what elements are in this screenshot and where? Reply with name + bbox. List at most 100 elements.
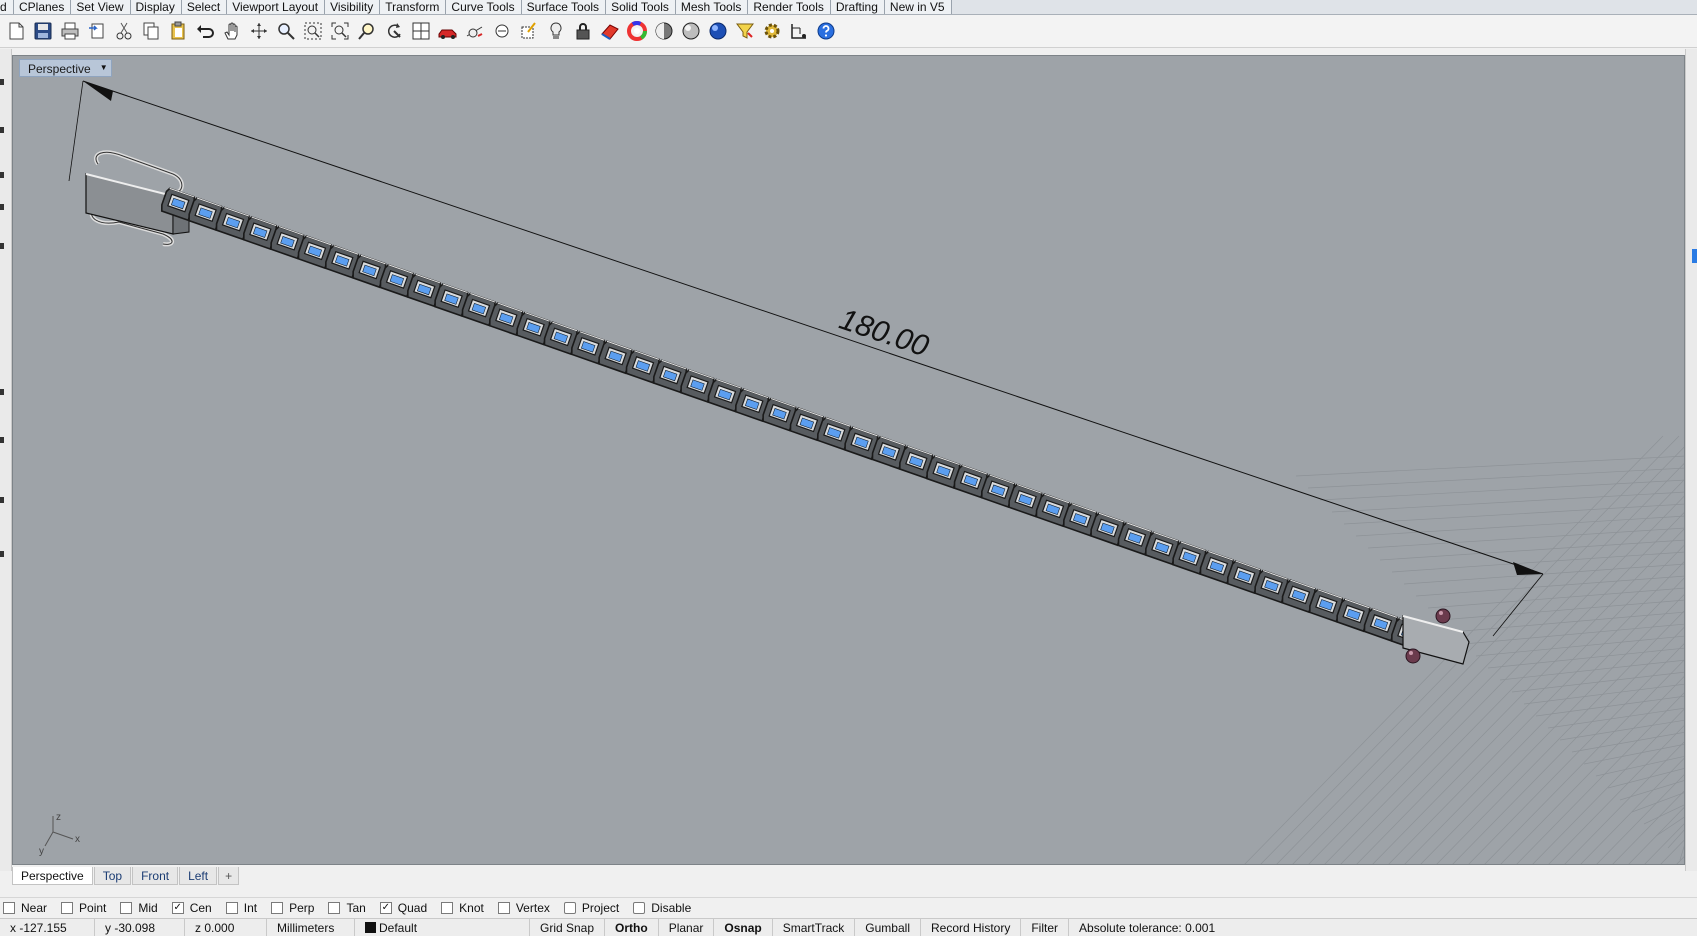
tab-new-in-v5[interactable]: New in V5 xyxy=(884,0,952,14)
tab-drafting[interactable]: Drafting xyxy=(830,0,885,14)
smarttrack-toggle[interactable]: SmartTrack xyxy=(773,918,856,936)
bracelet-link-chain[interactable] xyxy=(160,187,1426,652)
zoom-extents-icon[interactable] xyxy=(326,18,353,45)
pan-icon[interactable] xyxy=(218,18,245,45)
color-wheel-icon[interactable] xyxy=(623,18,650,45)
bracelet-clasp-right[interactable] xyxy=(1402,608,1470,665)
lock-icon[interactable] xyxy=(569,18,596,45)
checkbox-quad[interactable]: ✓ xyxy=(379,901,392,914)
filter-icon[interactable] xyxy=(731,18,758,45)
osnap-near[interactable]: Near xyxy=(3,901,47,915)
osnap-vertex[interactable]: Vertex xyxy=(497,901,550,915)
tab-solid-tools[interactable]: Solid Tools xyxy=(606,0,676,14)
tab-visibility[interactable]: Visibility xyxy=(325,0,381,14)
osnap-mid[interactable]: Mid xyxy=(120,901,158,915)
tab-surface-tools[interactable]: Surface Tools xyxy=(521,0,607,14)
planar-toggle[interactable]: Planar xyxy=(659,918,715,936)
tab-viewport-layout[interactable]: Viewport Layout xyxy=(227,0,326,14)
osnap-disable[interactable]: Disable xyxy=(633,901,691,915)
osnap-int[interactable]: Int xyxy=(225,901,257,915)
rotate-view-icon[interactable] xyxy=(245,18,272,45)
record-history-toggle[interactable]: Record History xyxy=(921,918,1022,936)
grid-snap-toggle[interactable]: Grid Snap xyxy=(530,918,606,936)
measure-icon[interactable] xyxy=(461,18,488,45)
paste-icon[interactable] xyxy=(164,18,191,45)
osnap-project[interactable]: Project xyxy=(563,901,619,915)
viewport-area: 180.00 Perspective ▼ z x y xyxy=(0,49,1697,871)
dimension-label[interactable]: 180.00 xyxy=(835,303,933,364)
tab-left[interactable]: Left xyxy=(179,867,218,885)
copy-icon[interactable] xyxy=(137,18,164,45)
tab-cplanes[interactable]: CPlanes xyxy=(14,0,72,14)
tab-perspective[interactable]: Perspective xyxy=(12,867,93,885)
osnap-perp[interactable]: Perp xyxy=(271,901,314,915)
tab-top[interactable]: Top xyxy=(93,867,132,885)
checkbox-cen[interactable]: ✓ xyxy=(171,901,184,914)
viewport-title[interactable]: Perspective ▼ xyxy=(19,59,112,77)
gumball-toggle[interactable]: Gumball xyxy=(855,918,921,936)
filter-toggle[interactable]: Filter xyxy=(1021,918,1070,936)
dimension-line[interactable] xyxy=(68,80,1544,637)
tab-set-view[interactable]: Set View xyxy=(71,0,131,14)
add-viewport-tab-icon[interactable]: + xyxy=(218,867,240,885)
osnap-cen[interactable]: ✓ Cen xyxy=(171,900,212,915)
shade-icon[interactable] xyxy=(650,18,677,45)
checkbox-project[interactable] xyxy=(563,901,576,914)
osnap-point[interactable]: Point xyxy=(61,901,106,915)
rotate-icon[interactable] xyxy=(380,18,407,45)
light-icon[interactable] xyxy=(542,18,569,45)
osnap-tan[interactable]: Tan xyxy=(328,901,366,915)
osnap-cen-label: Cen xyxy=(189,900,212,915)
tab-front[interactable]: Front xyxy=(132,867,179,885)
checkbox-knot[interactable] xyxy=(441,901,454,914)
sphere-icon[interactable] xyxy=(677,18,704,45)
left-toolbar-strip[interactable] xyxy=(0,49,12,871)
osnap-disable-label: Disable xyxy=(651,900,692,915)
zoom-window-icon[interactable] xyxy=(299,18,326,45)
checkbox-tan[interactable] xyxy=(328,901,341,914)
render-sphere-icon[interactable] xyxy=(704,18,731,45)
osnap-toggle[interactable]: Osnap xyxy=(714,918,773,936)
snap-icon[interactable] xyxy=(515,18,542,45)
osnap-knot[interactable]: Knot xyxy=(441,901,484,915)
settings-icon[interactable] xyxy=(758,18,785,45)
checkbox-perp[interactable] xyxy=(271,901,284,914)
surface-icon[interactable] xyxy=(596,18,623,45)
tab-transform[interactable]: Transform xyxy=(380,0,447,14)
checkbox-disable[interactable] xyxy=(633,901,646,914)
car-icon[interactable] xyxy=(434,18,461,45)
zoom-selected-icon[interactable] xyxy=(353,18,380,45)
ortho-toggle[interactable]: Ortho xyxy=(605,918,659,936)
checkbox-mid[interactable] xyxy=(120,901,133,914)
perspective-viewport[interactable]: 180.00 Perspective ▼ z x y xyxy=(12,55,1685,865)
tab-curve-tools[interactable]: Curve Tools xyxy=(446,0,522,14)
tab-select[interactable]: Select xyxy=(181,0,228,14)
current-layer[interactable]: Default xyxy=(355,918,530,936)
new-icon[interactable] xyxy=(2,18,29,45)
chevron-down-icon[interactable]: ▼ xyxy=(97,60,111,76)
tab-d[interactable]: d xyxy=(0,0,14,14)
zoom-icon[interactable] xyxy=(272,18,299,45)
print-icon[interactable] xyxy=(56,18,83,45)
toolbar-tab-bar: d CPlanes Set View Display Select Viewpo… xyxy=(0,0,1697,15)
distance-icon[interactable] xyxy=(488,18,515,45)
help-icon[interactable] xyxy=(812,18,839,45)
checkbox-point[interactable] xyxy=(61,901,74,914)
checkbox-vertex[interactable] xyxy=(497,901,510,914)
checkbox-near[interactable] xyxy=(3,901,15,914)
save-icon[interactable] xyxy=(29,18,56,45)
undo-icon[interactable] xyxy=(191,18,218,45)
osnap-quad[interactable]: ✓ Quad xyxy=(379,901,427,915)
units-display[interactable]: Millimeters xyxy=(267,918,355,936)
tab-display[interactable]: Display xyxy=(130,0,182,14)
tab-render-tools[interactable]: Render Tools xyxy=(748,0,831,14)
cut-icon[interactable] xyxy=(110,18,137,45)
status-bar: x -127.155 y -30.098 z 0.000 Millimeters… xyxy=(0,918,1697,936)
import-icon[interactable] xyxy=(83,18,110,45)
checkbox-int[interactable] xyxy=(225,901,238,914)
dimension-icon[interactable] xyxy=(785,18,812,45)
right-panel-strip[interactable] xyxy=(1685,49,1697,871)
tab-mesh-tools[interactable]: Mesh Tools xyxy=(675,0,749,14)
scene-canvas[interactable]: 180.00 xyxy=(13,56,1685,865)
layout-icon[interactable] xyxy=(407,18,434,45)
